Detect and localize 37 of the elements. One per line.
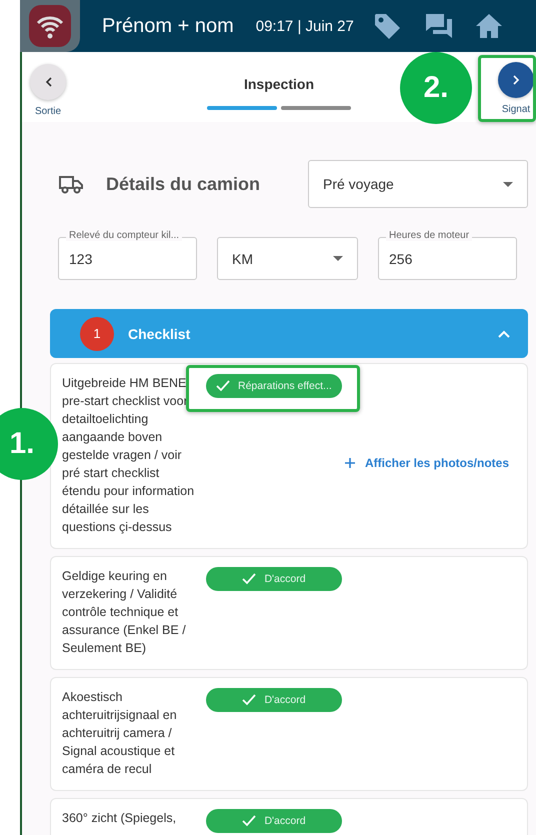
status-chip[interactable]: D'accord (206, 809, 342, 833)
question-text: Akoestisch achteruitrijsignaal en achteruitrij camera / Signal acoustique et caméra de recul (62, 689, 178, 778)
date-time: 09:17 | Juin 27 (256, 18, 354, 34)
section-title: Détails du camion (106, 174, 262, 194)
next-label: Signat (502, 104, 530, 115)
app-logo[interactable] (20, 0, 80, 52)
home-icon[interactable] (476, 13, 502, 39)
checklist-header[interactable]: 1 Checklist (50, 309, 528, 358)
field-label: Heures de moteur (386, 230, 472, 241)
trip-type-dropdown[interactable]: Pré voyage (308, 160, 528, 208)
field-label: Relevé du compteur kil... (66, 230, 182, 241)
chevron-right-icon (512, 75, 520, 85)
highlight-frame (478, 55, 536, 122)
page-title: Inspection (244, 76, 314, 92)
status-chip[interactable]: D'accord (206, 567, 342, 591)
count-badge: 1 (80, 316, 114, 350)
check-icon (242, 694, 256, 706)
question-text: Uitgebreide HM BENE pre-start checklist voor detailtoelichting aangaande boven gestelde vragen / voir pré start checklist étendu pour information détaillée sur les questions çi-dessus (62, 375, 196, 536)
caret-icon (333, 256, 343, 261)
unit-dropdown[interactable]: KM (217, 237, 358, 280)
photos-notes-link[interactable]: Afficher les photos/notes (344, 456, 509, 470)
plus-icon (344, 458, 355, 468)
question-text: Geldige keuring en verzekering / Validité contrôle technique et assurance (Enkel BE / Seulement BE) (62, 568, 187, 657)
back-label: Sortie (34, 106, 62, 117)
chat-icon[interactable] (424, 12, 454, 40)
user-name: Prénom + nom (102, 14, 234, 38)
status-chip[interactable]: Réparations effect... (206, 374, 342, 398)
check-icon (216, 380, 230, 392)
check-icon (242, 815, 256, 827)
caret-icon (503, 182, 513, 186)
truck-icon (58, 174, 84, 194)
question-text: 360° zicht (Spiegels, (62, 810, 178, 827)
status-chip[interactable]: D'accord (206, 688, 342, 712)
chevron-left-icon (44, 77, 52, 87)
engine-hours-field[interactable]: 256 (378, 237, 517, 280)
next-button[interactable] (498, 62, 534, 98)
check-icon (242, 573, 256, 585)
